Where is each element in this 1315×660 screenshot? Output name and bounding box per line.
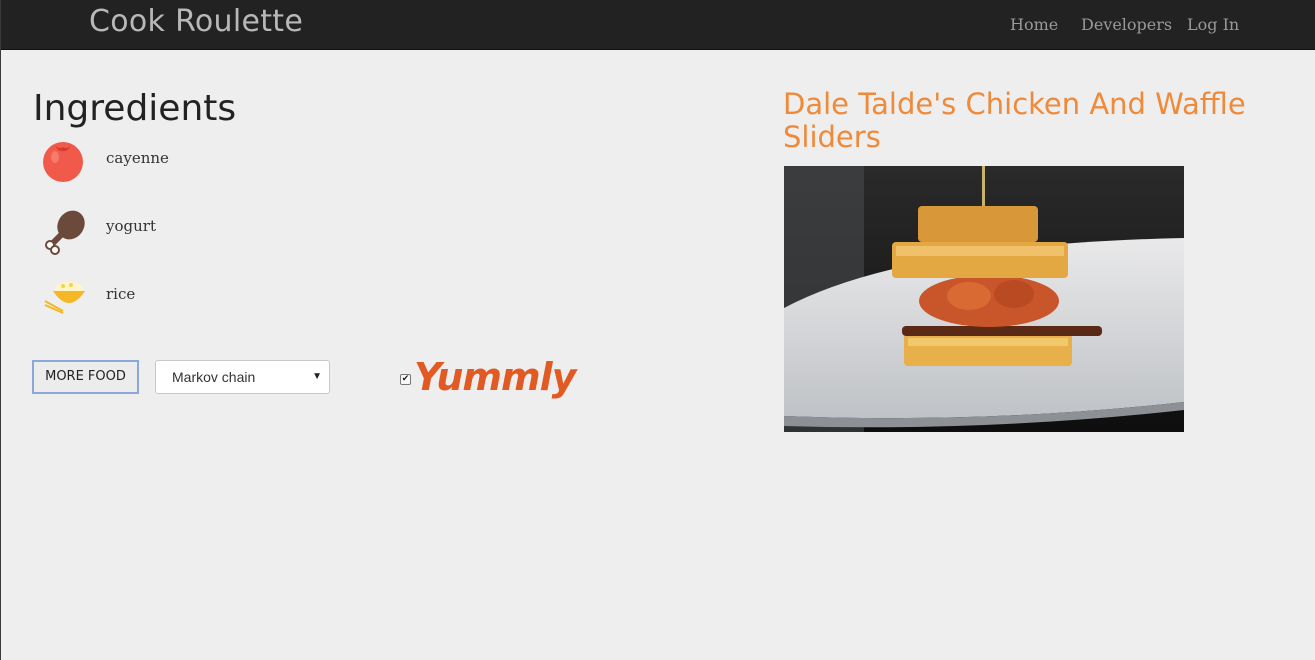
nav-home-link[interactable]: Home bbox=[1010, 15, 1058, 34]
yummly-logo: Yummly bbox=[414, 355, 576, 399]
recipe-title[interactable]: Dale Talde's Chicken And Waffle Sliders bbox=[783, 88, 1293, 154]
chevron-down-icon: ▼ bbox=[312, 371, 322, 382]
brand-logo[interactable]: Cook Roulette bbox=[89, 4, 303, 39]
ingredient-item: rice bbox=[41, 277, 341, 327]
chicken-waffle-slider-photo bbox=[784, 166, 1184, 432]
recipe-photo[interactable] bbox=[784, 166, 1184, 432]
ingredient-item: yogurt bbox=[41, 209, 341, 259]
nav-developers-link[interactable]: Developers bbox=[1081, 15, 1172, 34]
rice-bowl-icon bbox=[44, 282, 85, 314]
ingredients-heading: Ingredients bbox=[33, 88, 237, 129]
ingredient-label: yogurt bbox=[106, 217, 156, 235]
algorithm-select[interactable]: Markov chain ▼ bbox=[155, 360, 330, 394]
yummly-checkbox[interactable]: ✔ bbox=[400, 374, 411, 385]
navbar: Cook Roulette Home Developers Log In bbox=[1, 0, 1315, 50]
ingredient-label: rice bbox=[106, 285, 136, 303]
ingredient-label: cayenne bbox=[106, 149, 169, 167]
ingredient-item: cayenne bbox=[41, 141, 341, 191]
tomato-icon bbox=[43, 142, 83, 182]
algorithm-select-value: Markov chain bbox=[172, 369, 256, 385]
chicken-leg-icon bbox=[45, 210, 85, 255]
more-food-button[interactable]: MORE FOOD bbox=[32, 360, 139, 394]
nav-login-link[interactable]: Log In bbox=[1187, 15, 1239, 34]
